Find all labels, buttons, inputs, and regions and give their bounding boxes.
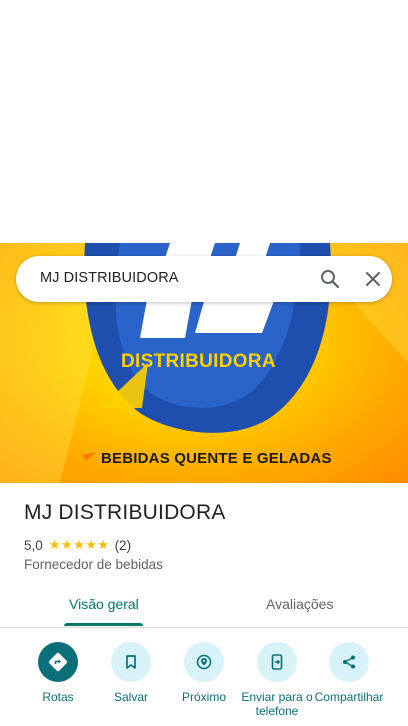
directions-button[interactable]: Rotas [18, 642, 98, 704]
search-icon[interactable] [318, 267, 342, 291]
tab-reviews[interactable]: Avaliações [266, 596, 333, 612]
brand-tagline: BEBIDAS QUENTE E GELADAS [101, 450, 332, 467]
share-icon [329, 642, 369, 682]
nearby-button[interactable]: Próximo [164, 642, 244, 704]
map-blank-area [0, 0, 408, 243]
directions-label: Rotas [42, 690, 74, 704]
share-label: Compartilhar [314, 690, 384, 704]
directions-icon [38, 642, 78, 682]
place-category: Fornecedor de bebidas [24, 557, 163, 572]
search-input[interactable]: MJ DISTRIBUIDORA [40, 270, 179, 286]
nearby-icon [184, 642, 224, 682]
place-title: MJ DISTRIBUIDORA [24, 501, 226, 524]
bookmark-icon [111, 642, 151, 682]
rating-row[interactable]: 5,0 ★★★★★ (2) [24, 537, 131, 553]
tab-active-indicator [64, 623, 143, 626]
tab-overview[interactable]: Visão geral [69, 596, 139, 612]
brand-word: DISTRIBUIDORA [121, 351, 276, 372]
send-to-phone-label: Enviar para o telefone [241, 690, 313, 718]
send-to-phone-icon [257, 642, 297, 682]
share-button[interactable]: Compartilhar [309, 642, 389, 704]
rating-value: 5,0 [24, 537, 43, 553]
nearby-label: Próximo [181, 690, 226, 704]
star-rating-icon: ★★★★★ [48, 537, 110, 552]
save-label: Salvar [113, 690, 148, 704]
save-button[interactable]: Salvar [91, 642, 171, 704]
review-count: (2) [114, 537, 132, 553]
search-bar[interactable]: MJ DISTRIBUIDORA [16, 256, 392, 302]
close-icon[interactable] [361, 267, 385, 291]
action-bar: Rotas Salvar Próximo Enviar para o telef… [0, 629, 408, 726]
send-to-phone-button[interactable]: Enviar para o telefone [237, 642, 317, 718]
tab-bar: Visão geral Avaliações [0, 586, 408, 628]
